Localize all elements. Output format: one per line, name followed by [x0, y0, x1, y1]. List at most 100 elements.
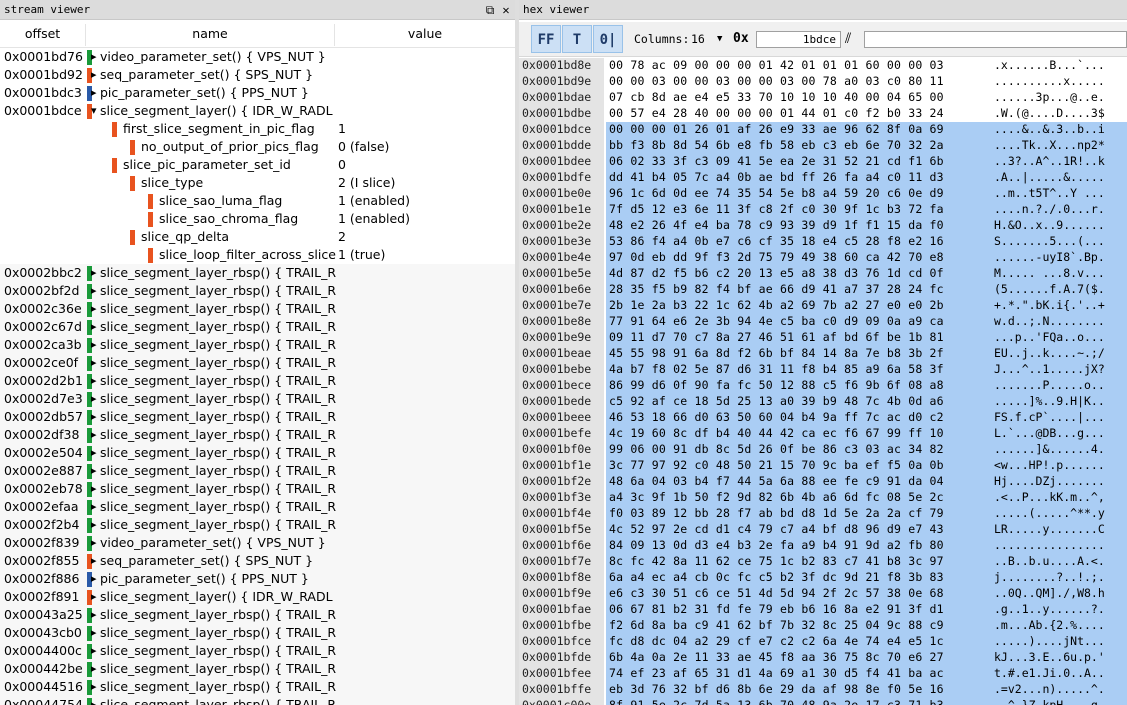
hex-bytes[interactable]: 97 0d eb dd 9f f3 2d 75 79 49 38 60 ca 4…: [606, 250, 994, 266]
tree-row[interactable]: 0x0002bbc2 ▸ slice_segment_layer_rbsp() { …: [0, 264, 515, 282]
expand-arrow-icon[interactable]: ▸: [91, 588, 97, 606]
hex-row[interactable]: 0x0001bd8e 00 78 ac 09 00 00 00 01 42 01 …: [519, 58, 1127, 74]
tree-row[interactable]: 0x0002c36e ▸ slice_segment_layer_rbsp() { …: [0, 300, 515, 318]
hex-ascii[interactable]: ..3?..A^..1R!..k: [991, 154, 1127, 170]
hex-bytes[interactable]: eb 3d 76 32 bf d6 8b 6e 29 da af 98 8e f…: [606, 682, 994, 698]
hex-ascii[interactable]: ....&..&.3..b..i: [991, 122, 1127, 138]
hex-ascii[interactable]: ................: [991, 538, 1127, 554]
expand-arrow-icon[interactable]: ▸: [91, 516, 97, 534]
tree-row[interactable]: 0x0001bd76 ▸ video_parameter_set() { VPS_N…: [0, 48, 515, 66]
expand-arrow-icon[interactable]: ▸: [91, 462, 97, 480]
expand-arrow-icon[interactable]: ▸: [91, 318, 97, 336]
hex-bytes[interactable]: a4 3c 9f 1b 50 f2 9d 82 6b 4b a6 6d fc 0…: [606, 490, 994, 506]
hex-bytes[interactable]: 6a a4 ec a4 cb 0c fc c5 b2 3f dc 9d 21 f…: [606, 570, 994, 586]
hex-bytes[interactable]: 6b 4a 0a 2e 11 33 ae 45 f8 aa 36 75 8c 7…: [606, 650, 994, 666]
hex-bytes[interactable]: 28 35 f5 b9 82 f4 bf ae 66 d9 41 a7 37 2…: [606, 282, 994, 298]
hex-ascii[interactable]: ..........x.....: [991, 74, 1127, 90]
hex-bytes[interactable]: 86 99 d6 0f 90 fa fc 50 12 88 c5 f6 9b 6…: [606, 378, 994, 394]
tree-row[interactable]: 0x0002d2b1 ▸ slice_segment_layer_rbsp() { …: [0, 372, 515, 390]
hex-row[interactable]: 0x0001bdde bb f3 8b 8d 54 6b e8 fb 58 eb …: [519, 138, 1127, 154]
tree-row[interactable]: 0x00044516 ▸ slice_segment_layer_rbsp() { …: [0, 678, 515, 696]
expand-arrow-icon[interactable]: ▸: [91, 498, 97, 516]
hex-bytes[interactable]: f2 6d 8a ba c9 41 62 bf 7b 32 8c 25 04 9…: [606, 618, 994, 634]
hex-row[interactable]: 0x0001bf8e 6a a4 ec a4 cb 0c fc c5 b2 3f …: [519, 570, 1127, 586]
hex-row[interactable]: 0x0001bdee 06 02 33 3f c3 09 41 5e ea 2e …: [519, 154, 1127, 170]
hex-bytes[interactable]: 00 78 ac 09 00 00 00 01 42 01 01 01 60 0…: [606, 58, 994, 74]
hex-bytes[interactable]: 48 e2 26 4f e4 ba 78 c9 93 39 d9 1f f1 1…: [606, 218, 994, 234]
hex-ascii[interactable]: w.d..;.N........: [991, 314, 1127, 330]
hex-bytes[interactable]: 4c 52 97 2e cd d1 c4 79 c7 a4 bf d8 96 d…: [606, 522, 994, 538]
hex-row[interactable]: 0x0001be3e 53 86 f4 a4 0b e7 c6 cf 35 18 …: [519, 234, 1127, 250]
hex-bytes[interactable]: c5 92 af ce 18 5d 25 13 a0 39 b9 48 7c 4…: [606, 394, 994, 410]
hex-bytes[interactable]: 48 6a 04 03 b4 f7 44 5a 6a 88 ee fe c9 9…: [606, 474, 994, 490]
hex-bytes[interactable]: fc d8 dc 04 a2 29 cf e7 c2 c2 6a 4e 74 e…: [606, 634, 994, 650]
tree-row[interactable]: 0x0002efaa ▸ slice_segment_layer_rbsp() { …: [0, 498, 515, 516]
tree-row[interactable]: 0x0002f2b4 ▸ slice_segment_layer_rbsp() { …: [0, 516, 515, 534]
hex-ascii[interactable]: ......-uyI8`.Bp.: [991, 250, 1127, 266]
tree-row[interactable]: 0x0002f839 ▸ video_parameter_set() { VPS_N…: [0, 534, 515, 552]
hex-row[interactable]: 0x0001bf3e a4 3c 9f 1b 50 f2 9d 82 6b 4b …: [519, 490, 1127, 506]
expand-arrow-icon[interactable]: ▸: [91, 606, 97, 624]
hex-bytes[interactable]: 07 cb 8d ae e4 e5 33 70 10 10 10 40 00 0…: [606, 90, 994, 106]
hex-row[interactable]: 0x0001bfce fc d8 dc 04 a2 29 cf e7 c2 c2 …: [519, 634, 1127, 650]
hex-bytes[interactable]: 3c 77 97 92 c0 48 50 21 15 70 9c ba ef f…: [606, 458, 994, 474]
hex-row[interactable]: 0x0001bfee 74 ef 23 af 65 31 d1 4a 69 a1 …: [519, 666, 1127, 682]
hex-row[interactable]: 0x0001bf6e 84 09 13 0d d3 e4 b3 2e fa a9 …: [519, 538, 1127, 554]
hex-ascii[interactable]: ..0Q..QM]./,W8.h: [991, 586, 1127, 602]
tree-row[interactable]: 0x0001bdc3 ▸ pic_parameter_set() { PPS_NUT…: [0, 84, 515, 102]
tree-row[interactable]: slice_loop_filter_across_slices_enabled_…: [0, 246, 515, 264]
hex-row[interactable]: 0x0001c00e 8f 91 5e 2c 7d 5a 13 6b 70 48 …: [519, 698, 1127, 705]
hex-row[interactable]: 0x0001beae 45 55 98 91 6a 8d f2 6b bf 84 …: [519, 346, 1127, 362]
tree-row[interactable]: 0x0001bd92 ▸ seq_parameter_set() { SPS_NUT…: [0, 66, 515, 84]
hex-ascii[interactable]: L.`...@DB...g...: [991, 426, 1127, 442]
tree-row[interactable]: slice_type 2 (I slice): [0, 174, 515, 192]
hex-bytes[interactable]: 74 ef 23 af 65 31 d1 4a 69 a1 30 d5 f4 4…: [606, 666, 994, 682]
tree-row[interactable]: 0x0002c67d ▸ slice_segment_layer_rbsp() { …: [0, 318, 515, 336]
hex-row[interactable]: 0x0001bfde 6b 4a 0a 2e 11 33 ae 45 f8 aa …: [519, 650, 1127, 666]
hex-ascii[interactable]: .....(.....^**.y: [991, 506, 1127, 522]
hex-bytes[interactable]: 53 86 f4 a4 0b e7 c6 cf 35 18 e4 c5 28 f…: [606, 234, 994, 250]
hex-ascii[interactable]: H.&O..x..9......: [991, 218, 1127, 234]
hex-bytes[interactable]: 46 53 18 66 d0 63 50 60 04 b4 9a ff 7c a…: [606, 410, 994, 426]
hex-bytes[interactable]: 8c fc 42 8a 11 62 ce 75 1c b2 83 c7 41 b…: [606, 554, 994, 570]
hex-bytes[interactable]: 4d 87 d2 f5 b6 c2 20 13 e5 a8 38 d3 76 1…: [606, 266, 994, 282]
hex-ascii[interactable]: j........?..!.;.: [991, 570, 1127, 586]
stream-tree[interactable]: 0x0001bd76 ▸ video_parameter_set() { VPS_N…: [0, 48, 515, 705]
tree-row[interactable]: 0x0002db57 ▸ slice_segment_layer_rbsp() { …: [0, 408, 515, 426]
tree-row[interactable]: 0x0002e887 ▸ slice_segment_layer_rbsp() { …: [0, 462, 515, 480]
columns-dropdown-icon[interactable]: ▼: [717, 22, 722, 56]
hex-row[interactable]: 0x0001bd9e 00 00 03 00 00 03 00 00 03 00 …: [519, 74, 1127, 90]
expand-arrow-icon[interactable]: ▸: [91, 66, 97, 84]
hex-mode-button[interactable]: FF: [531, 25, 561, 53]
hex-ascii[interactable]: .....)....jNt...: [991, 634, 1127, 650]
tree-row[interactable]: 0x0002f855 ▸ seq_parameter_set() { SPS_NUT…: [0, 552, 515, 570]
hex-row[interactable]: 0x0001be4e 97 0d eb dd 9f f3 2d 75 79 49 …: [519, 250, 1127, 266]
hex-row[interactable]: 0x0001bf0e 99 06 00 91 db 8c 5d 26 0f be …: [519, 442, 1127, 458]
expand-arrow-icon[interactable]: ▸: [91, 534, 97, 552]
hex-ascii[interactable]: LR.....y.......C: [991, 522, 1127, 538]
tree-row[interactable]: slice_sao_luma_flag 1 (enabled): [0, 192, 515, 210]
hex-bytes[interactable]: 00 00 00 01 26 01 af 26 e9 33 ae 96 62 8…: [606, 122, 994, 138]
hex-bytes[interactable]: f0 03 89 12 bb 28 f7 ab bd d8 1d 5e 2a 2…: [606, 506, 994, 522]
hex-row[interactable]: 0x0001be1e 7f d5 12 e3 6e 11 3f c8 2f c0 …: [519, 202, 1127, 218]
hex-row[interactable]: 0x0001bf9e e6 c3 30 51 c6 ce 51 4d 5d 94 …: [519, 586, 1127, 602]
hex-ascii[interactable]: .......P.....o..: [991, 378, 1127, 394]
hex-row[interactable]: 0x0001bf7e 8c fc 42 8a 11 62 ce 75 1c b2 …: [519, 554, 1127, 570]
hex-ascii[interactable]: ......]&......4.: [991, 442, 1127, 458]
hex-ascii[interactable]: .W.(@....D....3$: [991, 106, 1127, 122]
hex-bytes[interactable]: 2b 1e 2a b3 22 1c 62 4b a2 69 7b a2 27 e…: [606, 298, 994, 314]
expand-arrow-icon[interactable]: ▸: [91, 426, 97, 444]
expand-arrow-icon[interactable]: ▸: [91, 408, 97, 426]
hex-row[interactable]: 0x0001bece 86 99 d6 0f 90 fa fc 50 12 88 …: [519, 378, 1127, 394]
expand-arrow-icon[interactable]: ▸: [91, 696, 97, 705]
expand-arrow-icon[interactable]: ▸: [91, 552, 97, 570]
close-icon[interactable]: ✕: [499, 1, 513, 19]
tree-row[interactable]: 0x0002e504 ▸ slice_segment_layer_rbsp() { …: [0, 444, 515, 462]
hex-bytes[interactable]: 45 55 98 91 6a 8d f2 6b bf 84 14 8a 7e b…: [606, 346, 994, 362]
hex-ascii[interactable]: t.#.e1.Ji.0..A..: [991, 666, 1127, 682]
hex-bytes[interactable]: 00 57 e4 28 40 00 00 00 01 44 01 c0 f2 b…: [606, 106, 994, 122]
hex-bytes[interactable]: 06 67 81 b2 31 fd fe 79 eb b6 16 8a e2 9…: [606, 602, 994, 618]
expand-arrow-icon[interactable]: ▸: [91, 264, 97, 282]
hex-row[interactable]: 0x0001be2e 48 e2 26 4f e4 ba 78 c9 93 39 …: [519, 218, 1127, 234]
hex-bytes[interactable]: 7f d5 12 e3 6e 11 3f c8 2f c0 30 9f 1c b…: [606, 202, 994, 218]
